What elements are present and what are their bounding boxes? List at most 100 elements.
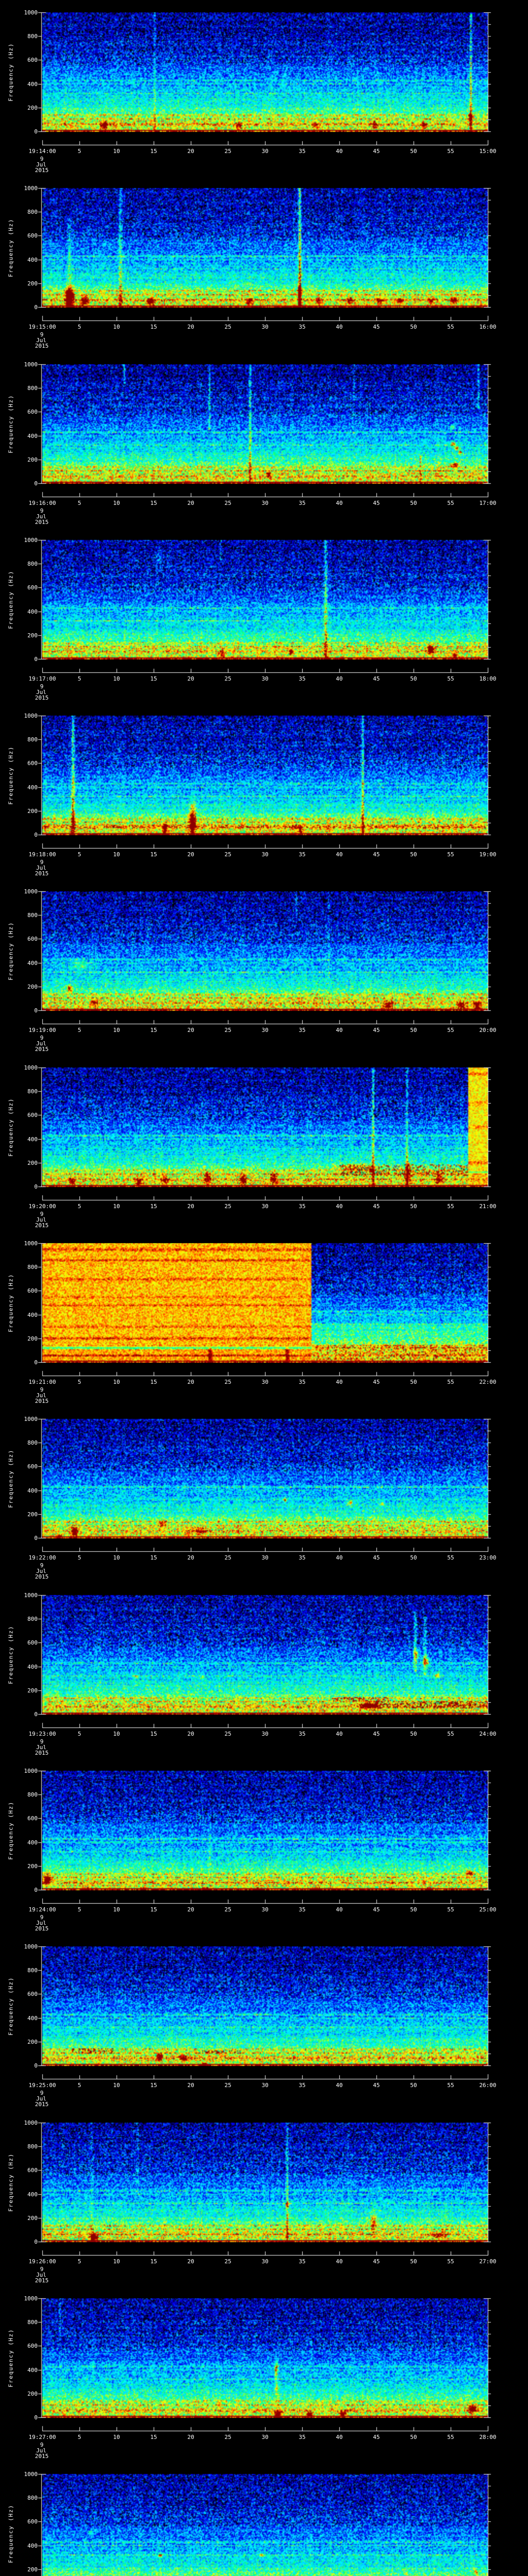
- frequency-axis-title: Frequency (Hz): [7, 2329, 14, 2387]
- frequency-axis-title: Frequency (Hz): [7, 1625, 14, 1684]
- y-tick-label: 1000: [24, 1943, 38, 1950]
- x-tick-label: 30: [261, 1027, 269, 1033]
- x-tick-label: 20: [187, 1731, 194, 1737]
- x-tick-label: 10: [113, 851, 120, 858]
- start-time-label: 19:15:00: [28, 324, 56, 330]
- date-year-label: 2015: [35, 1925, 49, 1932]
- x-tick-label: 35: [299, 500, 306, 506]
- x-tick-label: 45: [373, 2258, 380, 2265]
- y-tick-label: 600: [27, 760, 38, 767]
- x-tick-label: 35: [299, 2434, 306, 2441]
- y-tick-label: 1000: [24, 1240, 38, 1247]
- y-tick-label: 0: [34, 480, 38, 487]
- x-tick-label: 15: [150, 675, 157, 682]
- frequency-axis-title: Frequency (Hz): [7, 2153, 14, 2212]
- date-year-label: 2015: [35, 2101, 49, 2108]
- y-tick-label: 200: [27, 104, 38, 111]
- y-tick-label: 400: [27, 2191, 38, 2198]
- y-tick-label: 800: [27, 1967, 38, 1974]
- end-time-label: 18:00: [479, 675, 497, 682]
- spectrogram-panel: 0 200 400 600 800 1000 Frequency (Hz) 5 10 15 20 25…: [0, 1231, 528, 1407]
- x-tick-label: 15: [150, 1906, 157, 1913]
- x-tick-label: 45: [373, 851, 380, 858]
- y-tick-label: 600: [27, 1815, 38, 1822]
- y-tick-label: 200: [27, 1335, 38, 1342]
- y-tick-label: 800: [27, 1616, 38, 1623]
- x-tick-label: 20: [187, 2258, 194, 2265]
- x-tick-label: 30: [261, 500, 269, 506]
- x-tick-label: 45: [373, 1554, 380, 1561]
- x-tick-label: 25: [224, 1731, 232, 1737]
- x-tick-label: 55: [447, 1554, 454, 1561]
- x-tick-label: 5: [77, 1554, 81, 1561]
- y-tick-label: 400: [27, 1487, 38, 1494]
- y-tick-label: 400: [27, 2014, 38, 2022]
- y-tick-label: 1000: [24, 2120, 38, 2126]
- x-tick-label: 50: [410, 1906, 417, 1913]
- end-time-label: 17:00: [479, 500, 497, 506]
- start-time-label: 19:21:00: [28, 1379, 56, 1385]
- x-tick-label: 25: [224, 1027, 232, 1033]
- x-tick-label: 10: [113, 675, 120, 682]
- x-tick-label: 40: [336, 2258, 343, 2265]
- spectrogram-panel: 0 200 400 600 800 1000 Frequency (Hz) 5 10 15 20 25…: [0, 1406, 528, 1583]
- y-tick-label: 0: [34, 656, 38, 663]
- y-tick-label: 600: [27, 2167, 38, 2174]
- x-tick-label: 40: [336, 1731, 343, 1737]
- y-tick-label: 0: [34, 1007, 38, 1014]
- x-tick-label: 25: [224, 1379, 232, 1385]
- x-tick-label: 55: [447, 675, 454, 682]
- x-tick-label: 45: [373, 1027, 380, 1033]
- x-tick-label: 35: [299, 1906, 306, 1913]
- frequency-axis-title: Frequency (Hz): [7, 746, 14, 805]
- y-tick-label: 400: [27, 784, 38, 791]
- x-tick-label: 10: [113, 148, 120, 155]
- x-tick-label: 40: [336, 2082, 343, 2089]
- date-year-label: 2015: [35, 2453, 49, 2460]
- x-tick-label: 25: [224, 1906, 232, 1913]
- frequency-axis-title: Frequency (Hz): [7, 1274, 14, 1332]
- x-tick-label: 5: [77, 2082, 81, 2089]
- end-time-label: 16:00: [479, 324, 497, 330]
- end-time-label: 15:00: [479, 148, 497, 155]
- spectrogram-panel: 0 200 400 600 800 1000 Frequency (Hz) 5 10 15 20 25…: [0, 879, 528, 1055]
- y-tick-label: 0: [34, 1887, 38, 1893]
- start-time-label: 19:22:00: [28, 1554, 56, 1561]
- y-tick-label: 200: [27, 2390, 38, 2397]
- x-tick-label: 15: [150, 2082, 157, 2089]
- x-tick-label: 50: [410, 324, 417, 330]
- y-tick-label: 800: [27, 912, 38, 919]
- y-tick-label: 1000: [24, 888, 38, 895]
- x-tick-label: 25: [224, 2082, 232, 2089]
- x-tick-label: 30: [261, 2082, 269, 2089]
- x-tick-label: 50: [410, 1203, 417, 1210]
- x-tick-label: 55: [447, 2082, 454, 2089]
- y-tick-label: 200: [27, 1862, 38, 1870]
- x-tick-label: 55: [447, 500, 454, 506]
- x-tick-label: 55: [447, 1379, 454, 1385]
- x-tick-label: 40: [336, 324, 343, 330]
- frequency-axis-title: Frequency (Hz): [7, 43, 14, 101]
- y-tick-label: 200: [27, 280, 38, 287]
- y-tick-label: 1000: [24, 1416, 38, 1422]
- x-tick-label: 50: [410, 675, 417, 682]
- frequency-axis-title: Frequency (Hz): [7, 570, 14, 629]
- y-tick-label: 0: [34, 2414, 38, 2421]
- x-tick-label: 20: [187, 148, 194, 155]
- y-tick-label: 1000: [24, 9, 38, 16]
- y-tick-label: 0: [34, 1535, 38, 1541]
- y-tick-label: 1000: [24, 361, 38, 368]
- x-tick-label: 30: [261, 1906, 269, 1913]
- x-tick-label: 50: [410, 1027, 417, 1033]
- y-tick-label: 200: [27, 807, 38, 815]
- y-tick-label: 1000: [24, 1064, 38, 1071]
- end-time-label: 19:00: [479, 851, 497, 858]
- y-tick-label: 0: [34, 1359, 38, 1366]
- x-tick-label: 50: [410, 2258, 417, 2265]
- x-tick-label: 25: [224, 1203, 232, 1210]
- frequency-axis-title: Frequency (Hz): [7, 922, 14, 980]
- start-time-label: 19:26:00: [28, 2258, 56, 2265]
- y-tick-label: 600: [27, 1463, 38, 1470]
- y-tick-label: 0: [34, 2239, 38, 2245]
- x-tick-label: 20: [187, 2082, 194, 2089]
